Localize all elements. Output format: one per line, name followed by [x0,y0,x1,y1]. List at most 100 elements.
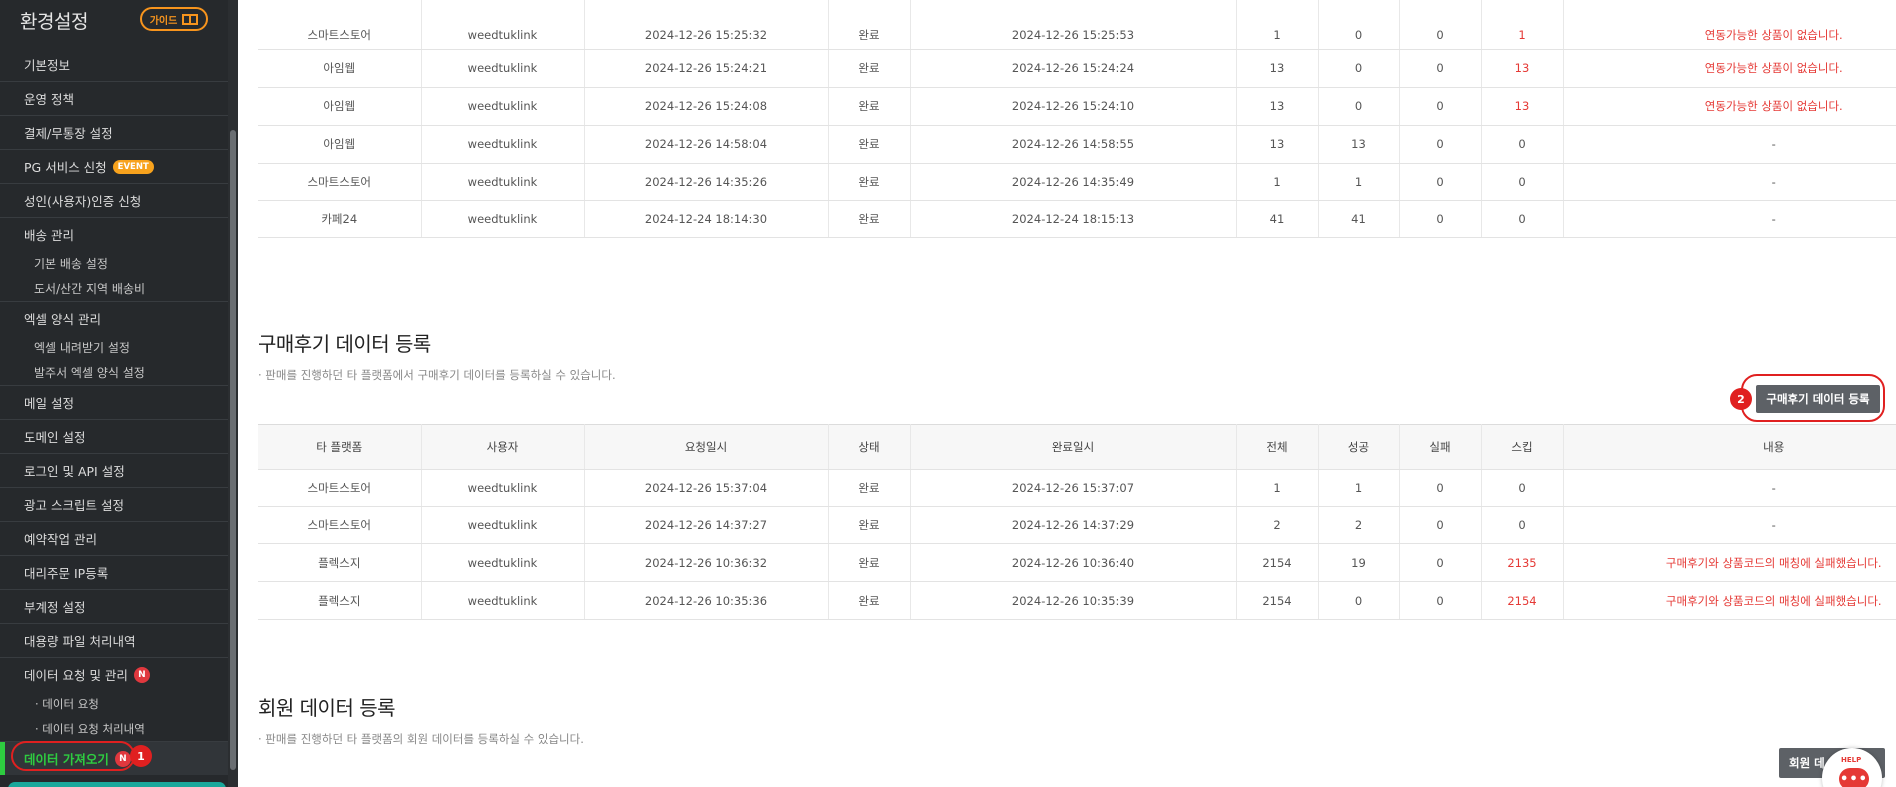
cell-platform: 스마트스토어 [258,0,422,50]
column-header: 상태 [828,424,911,470]
cell-skip: 2135 [1481,543,1564,582]
cell-total: 1 [1236,163,1319,201]
sidebar-subitem-remote-shipping[interactable]: 도서/산간 지역 배송비 [0,276,228,301]
sidebar-header: 환경설정 가이드 [0,0,238,42]
cell-requested: 2024-12-24 18:14:30 [584,200,829,238]
cell-requested: 2024-12-26 15:37:04 [584,469,829,507]
cell-user: weedtuklink [421,163,585,201]
cell-platform: 아임웹 [258,49,422,88]
sidebar-subitem-order-excel[interactable]: 발주서 엑셀 양식 설정 [0,360,228,385]
cell-success: 0 [1318,581,1400,620]
sidebar-subitem-data-request-history[interactable]: · 데이터 요청 처리내역 [0,716,228,741]
sidebar-item-payment-settings[interactable]: 결제/무통장 설정 [0,115,228,149]
cell-platform: 카페24 [258,200,422,238]
sidebar-item-label: 예약작업 관리 [24,532,97,547]
cell-requested: 2024-12-26 14:37:27 [584,506,829,544]
chat-bubble-icon: ••• [1839,768,1869,787]
cell-total: 2154 [1236,581,1319,620]
sidebar-item-basic-info[interactable]: 기본정보 [0,47,228,81]
cell-note: 구매후기와 상품코드의 매칭에 실패했습니다. [1563,543,1896,582]
cell-total: 41 [1236,200,1319,238]
cell-user: weedtuklink [421,469,585,507]
sidebar-item-scheduled-jobs[interactable]: 예약작업 관리 [0,521,228,555]
cell-requested: 2024-12-26 15:24:21 [584,49,829,88]
sidebar-item-label: 부계정 설정 [24,600,86,615]
cell-fail: 0 [1399,469,1482,507]
cell-fail: 0 [1399,506,1482,544]
sidebar-item-label: 엑셀 내려받기 설정 [34,341,130,355]
sidebar-item-label: 운영 정책 [24,92,74,107]
sidebar-item-ad-script[interactable]: 광고 스크립트 설정 [0,487,228,521]
cell-requested: 2024-12-26 14:58:04 [584,125,829,164]
cell-user: weedtuklink [421,49,585,88]
sidebar-item-label: 기본정보 [24,57,71,73]
cell-note: - [1563,469,1896,507]
sidebar-item-label: 대용량 파일 처리내역 [24,634,136,649]
cell-status: 완료 [828,200,911,238]
sidebar-item-label: 기본 배송 설정 [34,257,108,271]
sidebar-item-adult-auth[interactable]: 성인(사용자)인증 신청 [0,183,228,217]
cell-requested: 2024-12-26 15:24:08 [584,87,829,126]
sidebar-item-label: 메일 설정 [24,396,74,411]
cell-skip: 0 [1481,125,1564,164]
guide-button[interactable]: 가이드 [140,7,208,31]
cell-status: 완료 [828,506,911,544]
column-header: 성공 [1318,424,1400,470]
cell-skip: 13 [1481,87,1564,126]
sidebar-subitem-excel-download[interactable]: 엑셀 내려받기 설정 [0,335,228,360]
annotation-step-2: 2 [1730,388,1752,410]
sidebar-item-label: 데이터 요청 및 관리 [24,668,128,683]
sidebar-item-data-request[interactable]: 데이터 요청 및 관리 N [0,657,228,691]
cell-platform: 아임웹 [258,125,422,164]
cell-status: 완료 [828,469,911,507]
cell-success: 1 [1318,469,1400,507]
cell-note: 구매후기와 상품코드의 매칭에 실패했습니다. [1563,581,1896,620]
sidebar-item-pg-service[interactable]: PG 서비스 신청 EVENT [0,149,228,183]
cell-status: 완료 [828,0,911,50]
sidebar-item-domain[interactable]: 도메인 설정 [0,419,228,453]
cell-skip: 0 [1481,469,1564,507]
cell-user: weedtuklink [421,543,585,582]
cell-note: - [1563,125,1896,164]
cell-success: 41 [1318,200,1400,238]
product-import-rows: 스마트스토어 weedtuklink 2024-12-26 15:25:32 완료 20… [258,0,1896,238]
cell-status: 완료 [828,49,911,88]
cell-status: 완료 [828,543,911,582]
cell-requested: 2024-12-26 14:35:26 [584,163,829,201]
sidebar-item-excel-forms[interactable]: 엑셀 양식 관리 [0,301,228,335]
register-review-data-button[interactable]: 구매후기 데이터 등록 [1756,385,1880,413]
cell-platform: 플렉스지 [258,543,422,582]
cell-platform: 플렉스지 [258,581,422,620]
sidebar-item-mail[interactable]: 메일 설정 [0,385,228,419]
cell-skip: 0 [1481,163,1564,201]
sidebar-item-bulk-files[interactable]: 대용량 파일 처리내역 [0,623,228,657]
cell-fail: 0 [1399,87,1482,126]
sidebar-item-sub-account[interactable]: 부계정 설정 [0,589,228,623]
sidebar-item-label: 발주서 엑셀 양식 설정 [34,366,145,380]
cell-fail: 0 [1399,0,1482,50]
sidebar-item-proxy-ip[interactable]: 대리주문 IP등록 [0,555,228,589]
sidebar-item-operation-policy[interactable]: 운영 정책 [0,81,228,115]
cell-note: 연동가능한 상품이 없습니다. [1563,0,1896,50]
sidebar-menu: 기본정보 운영 정책 결제/무통장 설정 PG 서비스 신청 EVENT 성인(… [0,47,228,775]
sidebar-item-login-api[interactable]: 로그인 및 API 설정 [0,453,228,487]
cell-user: weedtuklink [421,125,585,164]
cell-fail: 0 [1399,200,1482,238]
cell-total: 13 [1236,125,1319,164]
cell-skip: 0 [1481,200,1564,238]
cell-skip: 0 [1481,506,1564,544]
cell-total: 1 [1236,469,1319,507]
member-section-desc: · 판매를 진행하던 타 플랫폼의 회원 데이터를 등록하실 수 있습니다. [258,732,584,746]
sidebar-subitem-data-request[interactable]: · 데이터 요청 [0,691,228,716]
cell-skip: 13 [1481,49,1564,88]
sidebar-item-label: 도메인 설정 [24,430,86,445]
table-row: 스마트스토어 weedtuklink 2024-12-26 15:37:04 완료 20… [258,469,1896,507]
sidebar-item-shipping[interactable]: 배송 관리 [0,217,228,251]
column-header: 전체 [1236,424,1319,470]
sidebar-item-label: · 데이터 요청 처리내역 [35,721,145,736]
cell-success: 0 [1318,87,1400,126]
cell-success: 19 [1318,543,1400,582]
sidebar-subitem-default-shipping[interactable]: 기본 배송 설정 [0,251,228,276]
cell-platform: 스마트스토어 [258,163,422,201]
sidebar-scrollbar-thumb[interactable] [230,130,236,770]
